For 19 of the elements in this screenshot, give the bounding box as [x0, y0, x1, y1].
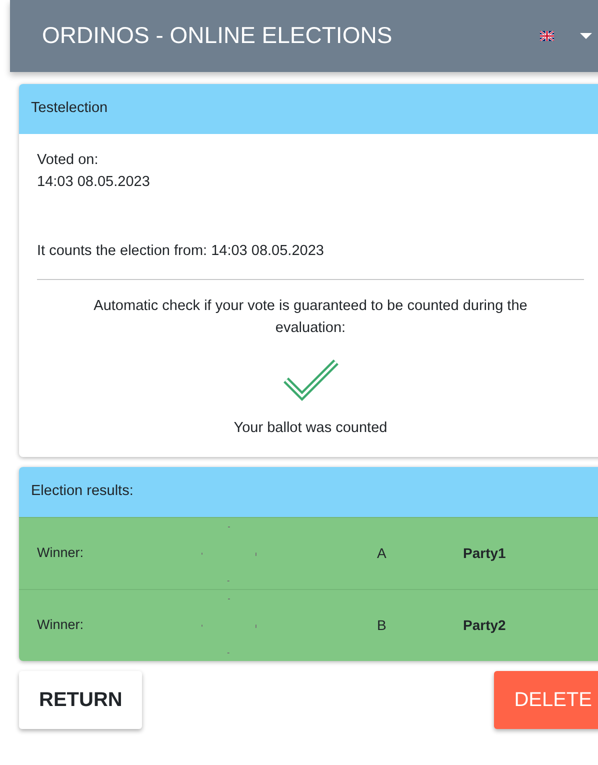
circle-icon: [201, 526, 257, 582]
card-header: Testelection: [19, 84, 598, 134]
party-name: Party2: [463, 616, 506, 635]
result-text: Your ballot was counted: [232, 418, 388, 438]
check-text: Automatic check if your vote is guaranteed to be counted during the evaluation:: [92, 297, 528, 338]
voted-label: Voted on:: [37, 150, 100, 170]
winner-label: Winner:: [37, 616, 85, 634]
caret-icon[interactable]: [580, 33, 592, 39]
party-name: Party1: [463, 544, 506, 563]
counts-text: It counts the election from: 14:03 08.05.2023: [37, 242, 325, 262]
voted-time: 14:03 08.05.2023: [37, 172, 151, 192]
app-title: ORDINOS - ONLINE ELECTIONS: [42, 22, 394, 50]
flag-icon: [540, 31, 554, 41]
circle-icon: [201, 598, 257, 654]
return-button[interactable]: RETURN: [19, 671, 142, 729]
candidate-letter: A: [377, 544, 388, 563]
winner-label: Winner:: [37, 544, 85, 562]
candidate-letter: B: [377, 616, 388, 635]
card-header: Election results:: [19, 467, 598, 517]
